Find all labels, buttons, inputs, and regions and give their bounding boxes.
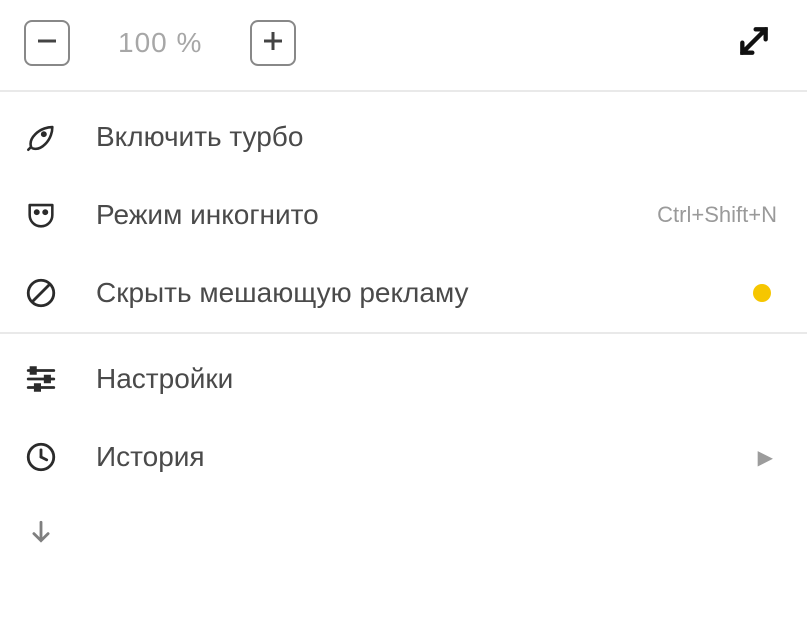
shortcut-label: Ctrl+Shift+N (657, 202, 777, 228)
menu-item-label: Скрыть мешающую рекламу (96, 277, 469, 309)
menu-item-history[interactable]: История ▶ (0, 418, 807, 496)
rocket-icon (24, 120, 68, 154)
menu-item-turbo[interactable]: Включить турбо (0, 92, 807, 176)
zoom-out-button[interactable] (24, 20, 70, 66)
menu-item-hide-ads[interactable]: Скрыть мешающую рекламу (0, 254, 807, 334)
fullscreen-button[interactable] (731, 20, 777, 66)
mask-icon (24, 198, 68, 232)
menu-item-label: Включить турбо (96, 121, 303, 153)
zoom-controls: 100 % (0, 0, 807, 92)
chevron-right-icon: ▶ (758, 445, 773, 470)
zoom-level-label: 100 % (118, 27, 202, 59)
download-icon (24, 518, 68, 552)
menu-item-settings[interactable]: Настройки (0, 334, 807, 418)
zoom-in-button[interactable] (250, 20, 296, 66)
browser-menu: 100 % (0, 0, 807, 552)
menu-item-incognito[interactable]: Режим инкогнито Ctrl+Shift+N (0, 176, 807, 254)
sliders-icon (24, 362, 68, 396)
plus-icon (261, 29, 285, 58)
status-dot-icon (753, 284, 771, 302)
menu-item-label: История (96, 441, 205, 473)
menu-item-label: Режим инкогнито (96, 199, 319, 231)
clock-icon (24, 440, 68, 474)
minus-icon (35, 29, 59, 58)
menu-item-label: Настройки (96, 363, 233, 395)
menu-item-downloads[interactable] (0, 496, 807, 552)
block-icon (24, 276, 68, 310)
expand-icon (734, 21, 774, 66)
